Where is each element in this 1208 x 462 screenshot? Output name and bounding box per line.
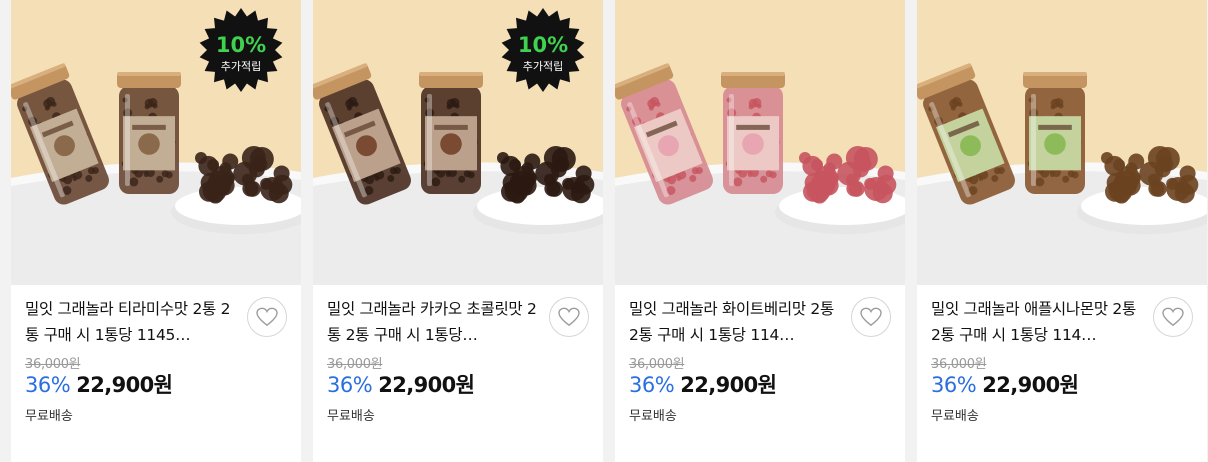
product-info: 밀잇 그래놀라 티라미수맛 2통 2통 구매 시 1통당 1145… 36,00… (11, 285, 301, 462)
shipping-label: 무료배송 (327, 409, 375, 424)
price-line: 36% 22,900원 (931, 369, 1079, 397)
wishlist-button[interactable] (247, 297, 287, 337)
granola-jar-image (917, 0, 1207, 285)
product-info: 밀잇 그래놀라 화이트베리맛 2통 2통 구매 시 1통당 114… 36,00… (615, 285, 905, 462)
shipping-label: 무료배송 (25, 409, 73, 424)
wishlist-button[interactable] (549, 297, 589, 337)
product-image[interactable] (615, 0, 905, 285)
badge-label: 추가적립 (523, 60, 563, 73)
product-image[interactable] (917, 0, 1207, 285)
shipping-label: 무료배송 (629, 409, 677, 424)
jar-shape (117, 72, 181, 194)
product-card[interactable]: 밀잇 그래놀라 화이트베리맛 2통 2통 구매 시 1통당 114… 36,00… (615, 0, 905, 462)
price-line: 36% 22,900원 (327, 369, 475, 397)
badge-percent: 10% (216, 33, 266, 57)
wishlist-button[interactable] (851, 297, 891, 337)
price-line: 36% 22,900원 (25, 369, 173, 397)
heart-outline-icon (256, 307, 278, 327)
product-card[interactable]: 10% 추가적립 밀잇 그래놀라 티라미수맛 2통 2통 구매 시 1통당 114… (11, 0, 301, 462)
product-image[interactable]: 10% 추가적립 (313, 0, 603, 285)
product-card[interactable]: 10% 추가적립 밀잇 그래놀라 카카오 초콜릿맛 2통 2통 구매 시 1통당…… (313, 0, 603, 462)
granola-jar-image: 10% 추가적립 (313, 0, 603, 285)
discount-rate: 36% (629, 373, 675, 397)
product-title[interactable]: 밀잇 그래놀라 티라미수맛 2통 2통 구매 시 1통당 1145… (25, 296, 243, 348)
sale-price: 22,900원 (378, 373, 475, 397)
product-info: 밀잇 그래놀라 애플시나몬맛 2통 2통 구매 시 1통당 114… 36,00… (917, 285, 1207, 462)
discount-rate: 36% (931, 373, 977, 397)
jar-shape (1023, 72, 1087, 194)
sale-price: 22,900원 (76, 373, 173, 397)
product-title[interactable]: 밀잇 그래놀라 카카오 초콜릿맛 2통 2통 구매 시 1통당… (327, 296, 545, 348)
product-info: 밀잇 그래놀라 카카오 초콜릿맛 2통 2통 구매 시 1통당… 36,000원… (313, 285, 603, 462)
badge-label: 추가적립 (221, 60, 261, 73)
sale-price: 22,900원 (680, 373, 777, 397)
shipping-label: 무료배송 (931, 409, 979, 424)
sale-price: 22,900원 (982, 373, 1079, 397)
product-grid: 10% 추가적립 밀잇 그래놀라 티라미수맛 2통 2통 구매 시 1통당 114… (0, 0, 1208, 462)
product-title[interactable]: 밀잇 그래놀라 애플시나몬맛 2통 2통 구매 시 1통당 114… (931, 296, 1149, 348)
wishlist-button[interactable] (1153, 297, 1193, 337)
heart-outline-icon (860, 307, 882, 327)
granola-jar-image (615, 0, 905, 285)
heart-outline-icon (1162, 307, 1184, 327)
discount-rate: 36% (327, 373, 373, 397)
discount-rate: 36% (25, 373, 71, 397)
product-card[interactable]: 밀잇 그래놀라 애플시나몬맛 2통 2통 구매 시 1통당 114… 36,00… (917, 0, 1207, 462)
granola-jar-image: 10% 추가적립 (11, 0, 301, 285)
jar-shape (419, 72, 483, 194)
badge-percent: 10% (518, 33, 568, 57)
product-image[interactable]: 10% 추가적립 (11, 0, 301, 285)
product-title[interactable]: 밀잇 그래놀라 화이트베리맛 2통 2통 구매 시 1통당 114… (629, 296, 847, 348)
price-line: 36% 22,900원 (629, 369, 777, 397)
heart-outline-icon (558, 307, 580, 327)
jar-shape (721, 72, 785, 194)
